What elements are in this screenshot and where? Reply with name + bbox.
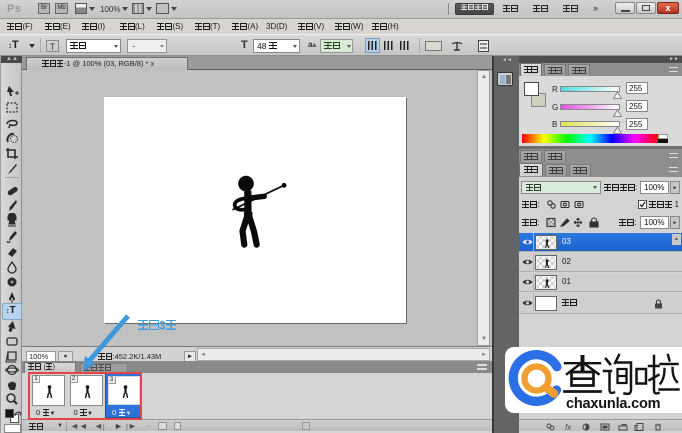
svg-text:fx: fx xyxy=(565,423,572,431)
